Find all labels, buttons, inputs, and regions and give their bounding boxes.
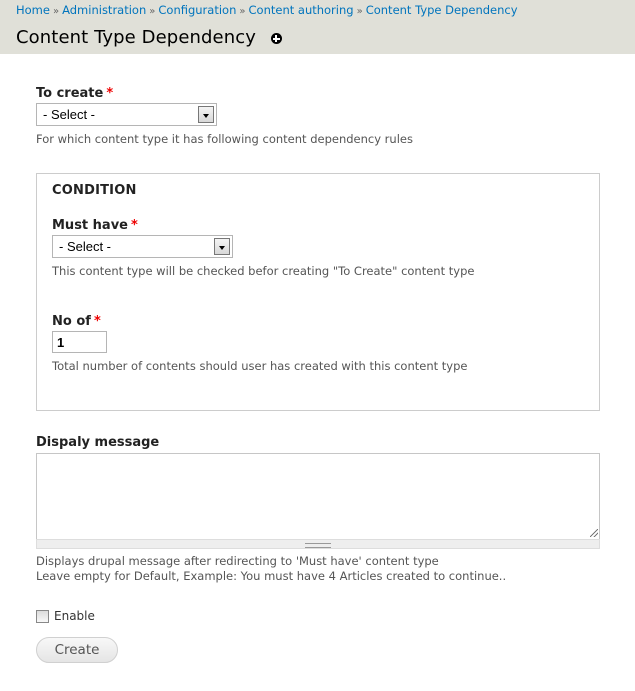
breadcrumb-separator: »: [52, 6, 60, 17]
display-message-description-2: Leave empty for Default, Example: You mu…: [36, 569, 507, 583]
breadcrumb-administration[interactable]: Administration: [62, 3, 146, 17]
chevron-down-icon[interactable]: [198, 106, 214, 123]
breadcrumb-content-type-dependency[interactable]: Content Type Dependency: [366, 3, 518, 17]
to-create-field: To create * - Select - For which content …: [36, 86, 413, 147]
required-marker: *: [93, 314, 101, 329]
must-have-description: This content type will be checked befor …: [52, 264, 475, 278]
required-marker: *: [106, 86, 114, 101]
breadcrumb: Home» Administration» Configuration» Conten…: [16, 2, 619, 19]
create-button[interactable]: Create: [36, 637, 118, 663]
resize-handle-icon[interactable]: [590, 529, 598, 537]
display-message-description-1: Displays drupal message after redirectin…: [36, 554, 439, 568]
to-create-description: For which content type it has following …: [36, 132, 413, 146]
breadcrumb-separator: »: [239, 6, 246, 17]
must-have-select[interactable]: - Select -: [52, 235, 233, 258]
no-of-label: No of *: [52, 314, 101, 329]
condition-fieldset: CONDITION Must have * - Select - This con…: [36, 173, 600, 411]
must-have-label: Must have *: [52, 218, 138, 233]
condition-legend: CONDITION: [52, 183, 137, 198]
no-of-description: Total number of contents should user has…: [52, 359, 468, 373]
add-shortcut-icon[interactable]: [270, 33, 282, 44]
enable-field: Enable: [36, 609, 95, 623]
to-create-selected-value: - Select -: [43, 107, 96, 122]
breadcrumb-separator: »: [149, 6, 156, 17]
must-have-field: Must have * - Select - This content type …: [52, 218, 474, 279]
no-of-field: No of * 1 Total number of contents should…: [52, 314, 467, 374]
display-message-label: Dispaly message: [36, 435, 160, 450]
no-of-input[interactable]: 1: [52, 331, 107, 353]
enable-label[interactable]: Enable: [54, 609, 95, 623]
chevron-down-icon[interactable]: [214, 238, 230, 255]
must-have-selected-value: - Select -: [59, 239, 112, 254]
to-create-label: To create *: [36, 86, 114, 101]
page-title: Content Type Dependency: [16, 27, 256, 48]
enable-checkbox[interactable]: [36, 609, 49, 623]
textarea-grippie[interactable]: [36, 539, 600, 549]
display-message-textarea[interactable]: [36, 453, 600, 539]
breadcrumb-configuration[interactable]: Configuration: [158, 3, 236, 17]
breadcrumb-home[interactable]: Home: [16, 3, 50, 17]
required-marker: *: [131, 218, 138, 233]
page-header: Home» Administration» Configuration» Conten…: [0, 0, 635, 54]
to-create-select[interactable]: - Select -: [36, 103, 217, 126]
breadcrumb-content-authoring[interactable]: Content authoring: [249, 3, 354, 17]
breadcrumb-separator: »: [356, 6, 363, 17]
